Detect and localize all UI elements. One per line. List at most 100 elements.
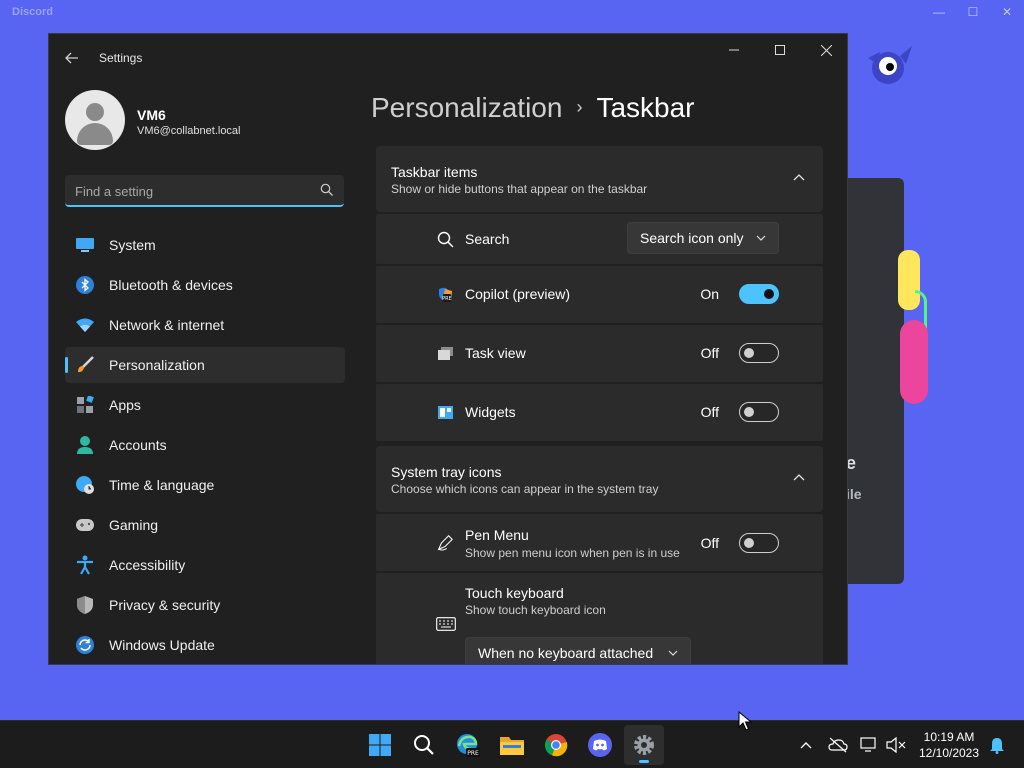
- sidebar-item-label: Time & language: [109, 477, 215, 493]
- discord-content-card: e ile: [846, 178, 904, 584]
- speaker-muted-icon: [886, 737, 906, 753]
- window-controls: [711, 34, 847, 66]
- taskbar-chrome-button[interactable]: [536, 725, 576, 765]
- active-indicator: [639, 760, 649, 763]
- section-title: System tray icons: [391, 464, 502, 480]
- sidebar-item-accounts[interactable]: Accounts: [65, 427, 345, 463]
- sidebar-item-label: Network & internet: [109, 317, 225, 333]
- clock-date: 12/10/2023: [918, 746, 980, 760]
- settings-window: Settings VM6 VM6@collabnet.local System …: [48, 33, 848, 665]
- svg-text:PRE: PRE: [442, 296, 452, 302]
- cloud-off-icon: [828, 737, 848, 753]
- minimize-icon: [729, 49, 739, 51]
- taskbar-edge-button[interactable]: PRE: [448, 725, 488, 765]
- sidebar-item-network[interactable]: Network & internet: [65, 307, 345, 343]
- discord-art-pink: [900, 320, 928, 404]
- keyboard-icon: [436, 615, 456, 633]
- task-view-icon: [436, 344, 454, 362]
- arrow-left-icon: [65, 52, 78, 64]
- widgets-label: Widgets: [465, 404, 516, 420]
- folder-icon: [500, 737, 524, 755]
- taskbar-discord-button[interactable]: [580, 725, 620, 765]
- taskbar-items-header[interactable]: Taskbar items Show or hide buttons that …: [376, 146, 823, 212]
- chevron-up-icon: [800, 742, 812, 749]
- touch-keyboard-description: Show touch keyboard icon: [465, 603, 606, 617]
- pen-menu-toggle[interactable]: [739, 533, 779, 553]
- wifi-icon: [75, 315, 95, 335]
- back-button[interactable]: [61, 48, 83, 68]
- chevron-up-icon[interactable]: [793, 172, 805, 184]
- taskbar-file-explorer-button[interactable]: [492, 725, 532, 765]
- section-subtitle: Show or hide buttons that appear on the …: [391, 182, 648, 196]
- discord-maximize-button[interactable]: ☐: [956, 0, 990, 24]
- search-box[interactable]: [65, 175, 344, 207]
- discord-close-button[interactable]: ✕: [990, 0, 1024, 24]
- sidebar-item-label: Accessibility: [109, 557, 186, 573]
- sidebar-item-windows-update[interactable]: Windows Update: [65, 627, 345, 663]
- chrome-icon: [544, 734, 568, 757]
- bell-icon: [990, 738, 1004, 754]
- widgets-toggle[interactable]: [739, 402, 779, 422]
- profile-email: VM6@collabnet.local: [137, 125, 241, 137]
- globe-clock-icon: [75, 475, 95, 495]
- discord-window-controls: — ☐ ✕: [922, 0, 1024, 24]
- dropdown-value: Search icon only: [640, 230, 744, 246]
- copilot-setting-row: PRE Copilot (preview) On: [376, 266, 823, 323]
- minimize-button[interactable]: [711, 34, 757, 66]
- volume-tray-button[interactable]: [884, 733, 908, 757]
- sidebar-item-privacy[interactable]: Privacy & security: [65, 587, 345, 623]
- discord-icon: [588, 733, 612, 757]
- sidebar-item-system[interactable]: System: [65, 227, 345, 263]
- close-button[interactable]: [803, 34, 847, 66]
- sidebar-item-apps[interactable]: Apps: [65, 387, 345, 423]
- pen-icon: [436, 534, 454, 552]
- search-icon: [414, 735, 434, 755]
- breadcrumb-parent[interactable]: Personalization: [371, 92, 562, 124]
- avatar[interactable]: [65, 90, 125, 150]
- system-icon: [75, 235, 95, 255]
- search-mode-dropdown[interactable]: Search icon only: [627, 222, 779, 254]
- page-title: Taskbar: [596, 92, 695, 123]
- sidebar-item-personalization[interactable]: Personalization: [65, 347, 345, 383]
- brush-icon: [75, 355, 95, 375]
- maximize-button[interactable]: [757, 34, 803, 66]
- window-title: Settings: [99, 51, 143, 65]
- taskbar: PRE 10:19 AM 12/10/2023: [0, 720, 1024, 768]
- discord-minimize-button[interactable]: —: [922, 0, 956, 24]
- touch-keyboard-dropdown[interactable]: When no keyboard attached: [465, 637, 691, 664]
- widgets-setting-row: Widgets Off: [376, 384, 823, 441]
- sidebar-item-label: Gaming: [109, 517, 159, 533]
- touch-keyboard-label: Touch keyboard: [465, 585, 564, 601]
- search-input[interactable]: [75, 181, 305, 201]
- notifications-button[interactable]: [985, 733, 1009, 757]
- task-view-state: Off: [700, 345, 719, 361]
- chevron-up-icon[interactable]: [793, 472, 805, 484]
- sidebar-item-accessibility[interactable]: Accessibility: [65, 547, 345, 583]
- start-button[interactable]: [360, 725, 400, 765]
- sidebar-item-gaming[interactable]: Gaming: [65, 507, 345, 543]
- close-icon: [820, 44, 832, 56]
- search-setting-label: Search: [465, 231, 510, 247]
- copilot-label: Copilot (preview): [465, 286, 571, 302]
- taskbar-search-button[interactable]: [404, 725, 444, 765]
- network-tray-button[interactable]: [858, 733, 882, 757]
- sidebar-item-time-language[interactable]: Time & language: [65, 467, 345, 503]
- taskbar-clock[interactable]: 10:19 AM 12/10/2023: [914, 729, 984, 761]
- touch-keyboard-setting-row: Touch keyboard Show touch keyboard icon …: [376, 573, 823, 664]
- system-tray-header[interactable]: System tray icons Choose which icons can…: [376, 446, 823, 512]
- onedrive-tray-button[interactable]: [826, 733, 850, 757]
- show-hidden-icons-button[interactable]: [794, 733, 818, 757]
- sidebar-item-label: Apps: [109, 397, 141, 413]
- sidebar-item-bluetooth[interactable]: Bluetooth & devices: [65, 267, 345, 303]
- taskbar-settings-button[interactable]: [624, 725, 664, 765]
- profile-name: VM6: [137, 107, 166, 123]
- section-subtitle: Choose which icons can appear in the sys…: [391, 482, 659, 496]
- sidebar-item-label: Privacy & security: [109, 597, 221, 613]
- pen-menu-setting-row: Pen Menu Show pen menu icon when pen is …: [376, 514, 823, 571]
- sidebar-item-label: System: [109, 237, 156, 253]
- shield-icon: [75, 595, 95, 615]
- bluetooth-icon: [75, 275, 95, 295]
- copilot-toggle[interactable]: [739, 284, 779, 304]
- search-icon: [320, 183, 333, 196]
- task-view-toggle[interactable]: [739, 343, 779, 363]
